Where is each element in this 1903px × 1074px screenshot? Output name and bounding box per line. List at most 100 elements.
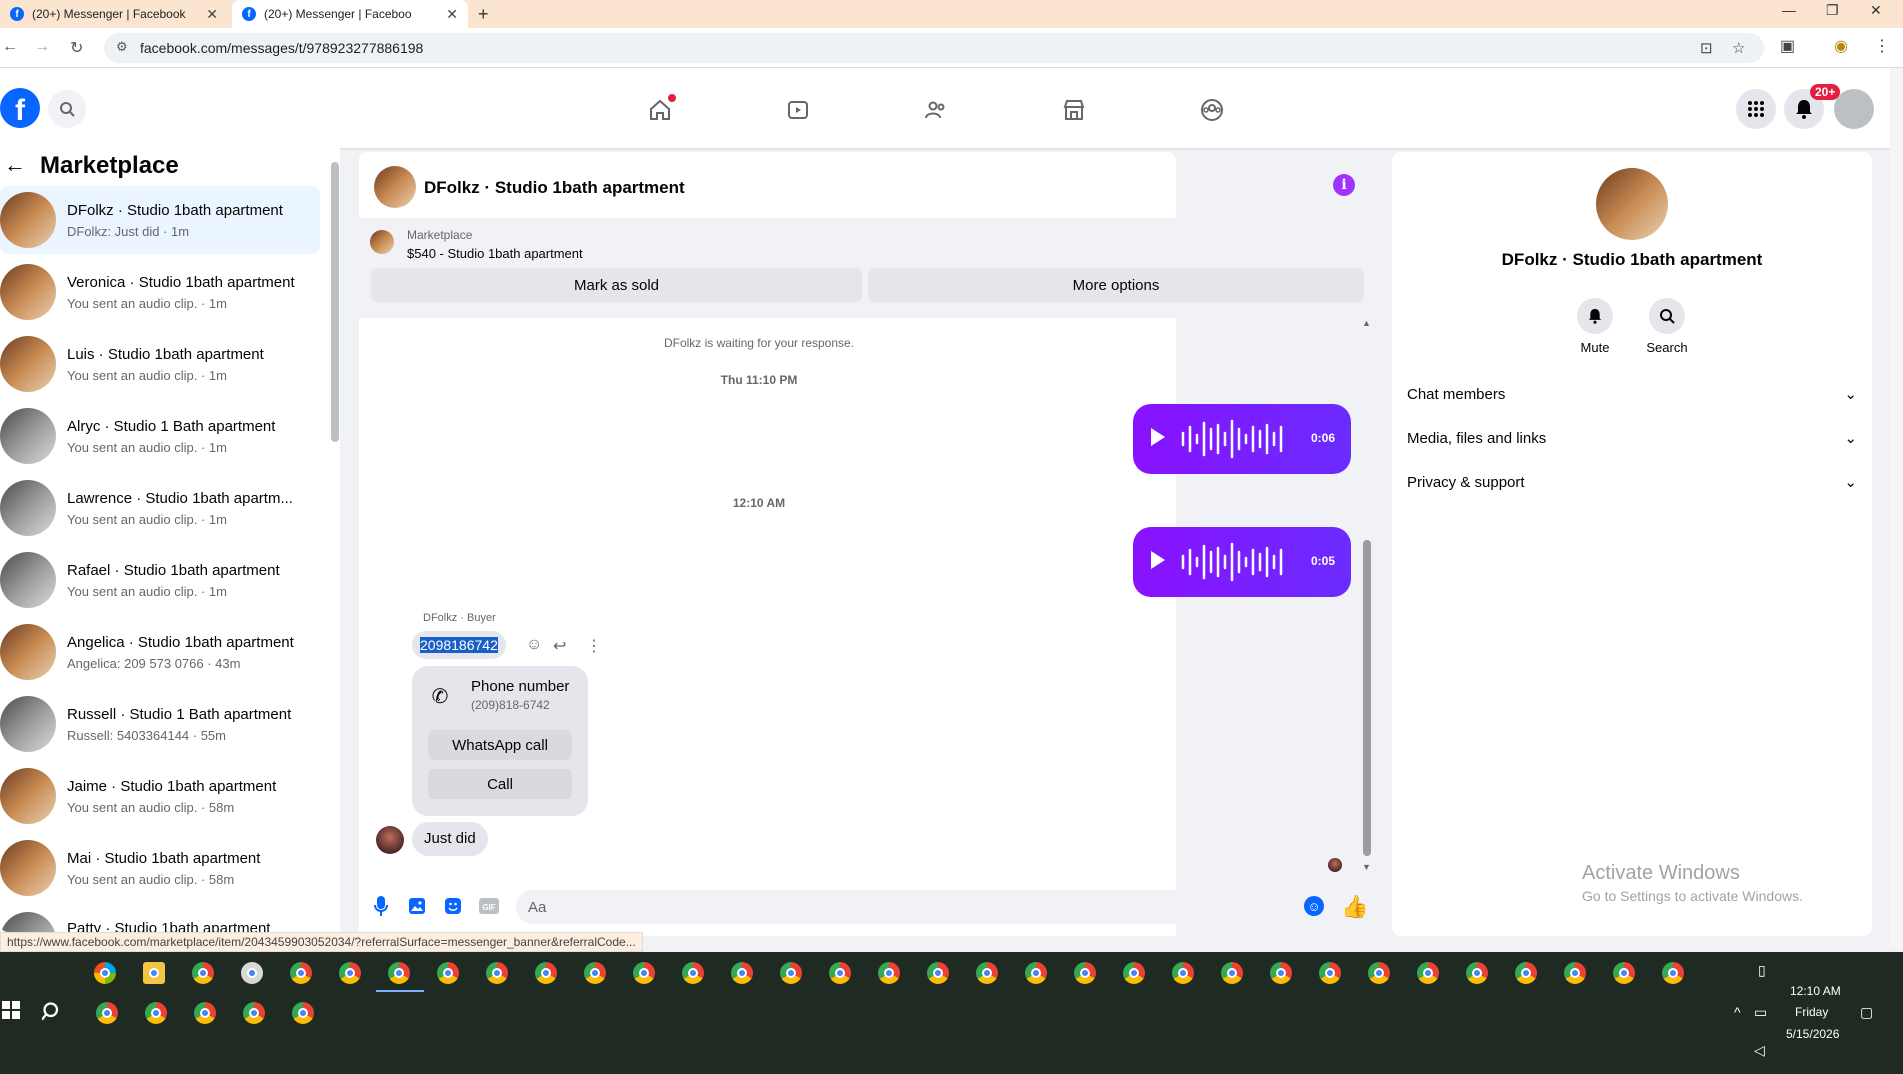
bookmark-star-icon[interactable]: ☆ [1732, 39, 1745, 57]
chrome-taskbar-icon[interactable] [388, 962, 410, 984]
chrome-taskbar-icon[interactable] [1417, 962, 1439, 984]
chrome-taskbar-icon[interactable] [1025, 962, 1047, 984]
info-icon[interactable]: i [1333, 174, 1355, 196]
chrome-taskbar-icon[interactable] [339, 962, 361, 984]
audio-message[interactable]: 0:06 [1133, 404, 1351, 474]
react-emoji-icon[interactable]: ☺ [526, 636, 542, 654]
chrome-taskbar-icon[interactable] [780, 962, 802, 984]
site-settings-icon[interactable]: ⚙ [116, 39, 128, 55]
chrome-taskbar-icon[interactable] [292, 1002, 314, 1024]
reply-icon[interactable]: ↩ [553, 636, 566, 656]
show-hidden-icons-chevron-icon[interactable]: ^ [1734, 1004, 1741, 1020]
search-conversation-icon[interactable] [1649, 298, 1685, 334]
chrome-taskbar-icon[interactable] [290, 962, 312, 984]
tablet-mode-icon[interactable]: ▯ [1758, 962, 1766, 979]
whatsapp-call-button[interactable]: WhatsApp call [428, 730, 572, 760]
taskbar-date[interactable]: 5/15/2026 [1786, 1027, 1839, 1041]
chrome-taskbar-icon[interactable] [731, 962, 753, 984]
conversation-item[interactable]: Patty · Studio 1bath apartment [0, 906, 320, 932]
audio-message[interactable]: 0:05 [1133, 527, 1351, 597]
chrome-taskbar-icon[interactable] [1074, 962, 1096, 984]
menu-kebab-icon[interactable]: ⋮ [1874, 36, 1890, 56]
details-avatar[interactable] [1596, 168, 1668, 240]
chrome-taskbar-icon[interactable] [633, 962, 655, 984]
chrome-taskbar-icon[interactable] [1564, 962, 1586, 984]
more-options-button[interactable]: More options [868, 268, 1364, 302]
conversation-item[interactable]: Mai · Studio 1bath apartment You sent an… [0, 834, 320, 902]
chrome-taskbar-icon[interactable] [96, 1002, 118, 1024]
chrome-taskbar-icon[interactable] [1466, 962, 1488, 984]
more-actions-icon[interactable]: ⋮ [586, 636, 602, 656]
received-message[interactable]: 2098186742 [412, 631, 506, 659]
chrome-taskbar-icon[interactable] [976, 962, 998, 984]
taskbar-day[interactable]: Friday [1795, 1005, 1828, 1019]
media-files-section[interactable]: Media, files and links ⌄ [1407, 420, 1857, 456]
close-tab-icon[interactable]: ✕ [206, 6, 218, 23]
photo-icon[interactable] [406, 895, 428, 917]
emoji-picker-icon[interactable]: ☺ [1304, 896, 1324, 916]
paint-app-icon[interactable] [241, 962, 263, 984]
chrome-taskbar-icon[interactable] [1613, 962, 1635, 984]
conversation-item[interactable]: Luis · Studio 1bath apartment You sent a… [0, 330, 320, 398]
chrome-taskbar-icon[interactable] [1172, 962, 1194, 984]
minimize-icon[interactable]: — [1782, 2, 1796, 18]
chat-scrollbar[interactable] [1363, 540, 1371, 856]
chrome-taskbar-icon[interactable] [682, 962, 704, 984]
conversation-item[interactable]: Russell · Studio 1 Bath apartment Russel… [0, 690, 320, 758]
play-icon[interactable] [1151, 428, 1165, 446]
volume-icon[interactable]: ◁ [1754, 1042, 1765, 1059]
close-tab-icon[interactable]: ✕ [446, 6, 458, 23]
back-icon[interactable]: ← [2, 38, 18, 56]
marketplace-icon[interactable] [1060, 96, 1088, 124]
play-icon[interactable] [1151, 551, 1165, 569]
new-tab-button[interactable]: + [478, 4, 489, 25]
mute-bell-icon[interactable] [1577, 298, 1613, 334]
conversation-item[interactable]: Lawrence · Studio 1bath apartm... You se… [0, 474, 320, 542]
chrome-taskbar-icon[interactable] [194, 1002, 216, 1024]
chrome-taskbar-icon[interactable] [927, 962, 949, 984]
chrome-taskbar-icon[interactable] [145, 1002, 167, 1024]
microphone-icon[interactable] [370, 895, 392, 917]
network-icon[interactable]: ▭ [1754, 1004, 1767, 1021]
conversation-item[interactable]: Veronica · Studio 1bath apartment You se… [0, 258, 320, 326]
chrome-taskbar-icon[interactable] [1123, 962, 1145, 984]
search-label[interactable]: Search [1637, 340, 1697, 355]
back-arrow-icon[interactable]: ← [4, 152, 26, 178]
scroll-up-arrow[interactable]: ▲ [1362, 318, 1371, 328]
friends-icon[interactable] [922, 96, 950, 124]
privacy-support-section[interactable]: Privacy & support ⌄ [1407, 464, 1857, 500]
chrome-taskbar-icon[interactable] [1368, 962, 1390, 984]
chrome-taskbar-icon[interactable] [437, 962, 459, 984]
chrome-taskbar-icon[interactable] [243, 1002, 265, 1024]
sticker-icon[interactable] [442, 895, 464, 917]
video-icon[interactable] [784, 96, 812, 124]
conversation-item[interactable]: Rafael · Studio 1bath apartment You sent… [0, 546, 320, 614]
account-avatar[interactable] [1834, 89, 1874, 129]
mute-label[interactable]: Mute [1565, 340, 1625, 355]
conversation-item[interactable]: Angelica · Studio 1bath apartment Angeli… [0, 618, 320, 686]
conversation-item[interactable]: Alryc · Studio 1 Bath apartment You sent… [0, 402, 320, 470]
windows-start-icon[interactable] [2, 1001, 20, 1025]
search-icon[interactable] [48, 90, 86, 128]
conversation-item[interactable]: DFolkz · Studio 1bath apartment DFolkz: … [0, 186, 320, 254]
page-scrollbar[interactable] [1890, 68, 1903, 948]
chrome-taskbar-icon[interactable] [192, 962, 214, 984]
facebook-logo[interactable]: f [0, 88, 40, 128]
chrome-taskbar-icon[interactable] [1319, 962, 1341, 984]
chrome-taskbar-icon[interactable] [1270, 962, 1292, 984]
call-button[interactable]: Call [428, 769, 572, 799]
taskbar-search-icon[interactable] [41, 1001, 62, 1027]
menu-grid-icon[interactable] [1736, 89, 1776, 129]
chat-header-title[interactable]: DFolkz · Studio 1bath apartment [424, 178, 685, 198]
mark-as-sold-button[interactable]: Mark as sold [371, 268, 862, 302]
message-input[interactable]: Aa [516, 890, 1298, 924]
chrome-taskbar-icon[interactable] [1221, 962, 1243, 984]
forward-icon[interactable]: → [34, 38, 50, 56]
chrome-taskbar-icon[interactable] [829, 962, 851, 984]
sidebar-scrollbar[interactable] [331, 162, 339, 442]
groups-icon[interactable] [1198, 96, 1226, 124]
close-window-icon[interactable]: ✕ [1870, 2, 1882, 19]
notification-center-icon[interactable]: ▢ [1860, 1004, 1873, 1021]
chat-members-section[interactable]: Chat members ⌄ [1407, 376, 1857, 412]
received-message[interactable]: Just did [412, 822, 488, 856]
